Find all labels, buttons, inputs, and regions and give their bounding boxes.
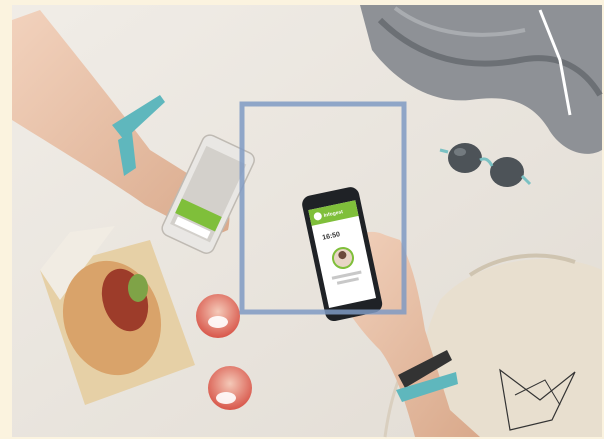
photo-frame: Infogest 16:50	[0, 0, 604, 439]
photo-scene: Infogest 16:50	[0, 0, 604, 439]
